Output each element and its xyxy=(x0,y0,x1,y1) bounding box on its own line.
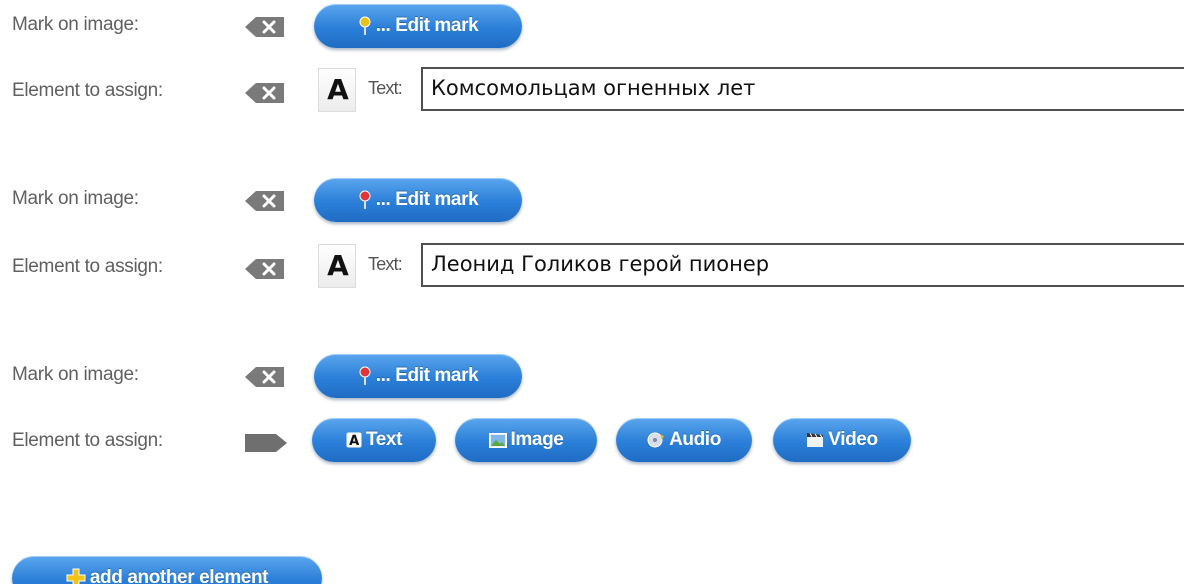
assign-label: Element to assign: xyxy=(12,430,163,451)
mark-label: Mark on image: xyxy=(12,188,139,209)
assign-video-button[interactable]: Video xyxy=(773,418,911,462)
audio-icon xyxy=(647,432,665,448)
mark-label: Mark on image: xyxy=(12,14,139,35)
assign-row-1: Element to assign: A Text: Комсомольцам … xyxy=(0,66,1184,114)
assign-image-button[interactable]: Image xyxy=(455,418,597,462)
mark-row-3: Mark on image: ... Edit mark xyxy=(0,350,1184,398)
type-text-label: Text: xyxy=(368,78,403,98)
delete-element-icon[interactable] xyxy=(244,258,286,280)
picture-icon xyxy=(488,432,507,448)
add-another-label: add another element xyxy=(89,567,269,584)
map-pin-icon xyxy=(358,366,372,386)
text-input[interactable]: Комсомольцам огненных лет xyxy=(421,67,1184,111)
delete-mark-icon[interactable] xyxy=(244,16,286,38)
add-another-element-button[interactable]: add another element xyxy=(12,556,322,584)
map-pin-icon xyxy=(358,190,372,210)
delete-mark-icon[interactable] xyxy=(244,366,286,388)
page: Mark on image: ... Edit mark Element to … xyxy=(0,0,1184,584)
assign-row-2: Element to assign: A Text: Леонид Голико… xyxy=(0,242,1184,290)
edit-mark-label: ... Edit mark xyxy=(375,15,479,36)
delete-element-icon[interactable] xyxy=(244,82,286,104)
assign-row-3: Element to assign: A Text Image Audio Vi… xyxy=(0,416,1184,464)
svg-text:A: A xyxy=(349,434,359,448)
edit-mark-label: ... Edit mark xyxy=(375,189,479,210)
mark-row-2: Mark on image: ... Edit mark xyxy=(0,174,1184,222)
delete-mark-icon[interactable] xyxy=(244,190,286,212)
assign-text-button[interactable]: A Text xyxy=(312,418,436,462)
map-pin-icon xyxy=(358,16,372,36)
type-text-label: Text: xyxy=(368,254,403,274)
text-input[interactable]: Леонид Голиков герой пионер xyxy=(421,243,1184,287)
clapperboard-icon xyxy=(806,432,824,448)
assign-audio-label: Audio xyxy=(669,429,721,450)
edit-mark-button[interactable]: ... Edit mark xyxy=(314,178,522,222)
edit-mark-label: ... Edit mark xyxy=(375,365,479,386)
mark-row-1: Mark on image: ... Edit mark xyxy=(0,0,1184,48)
assign-label: Element to assign: xyxy=(12,256,163,277)
mark-label: Mark on image: xyxy=(12,364,139,385)
assign-label: Element to assign: xyxy=(12,80,163,101)
assign-video-label: Video xyxy=(828,429,878,450)
edit-mark-button[interactable]: ... Edit mark xyxy=(314,4,522,48)
assign-text-label: Text xyxy=(365,429,403,450)
assign-audio-button[interactable]: Audio xyxy=(616,418,752,462)
text-type-icon: A xyxy=(346,432,362,449)
text-type-icon: A xyxy=(318,68,356,112)
edit-mark-button[interactable]: ... Edit mark xyxy=(314,354,522,398)
assign-image-label: Image xyxy=(510,429,564,450)
tag-arrow-icon xyxy=(245,434,287,452)
text-type-icon: A xyxy=(318,244,356,288)
plus-icon xyxy=(66,568,86,584)
